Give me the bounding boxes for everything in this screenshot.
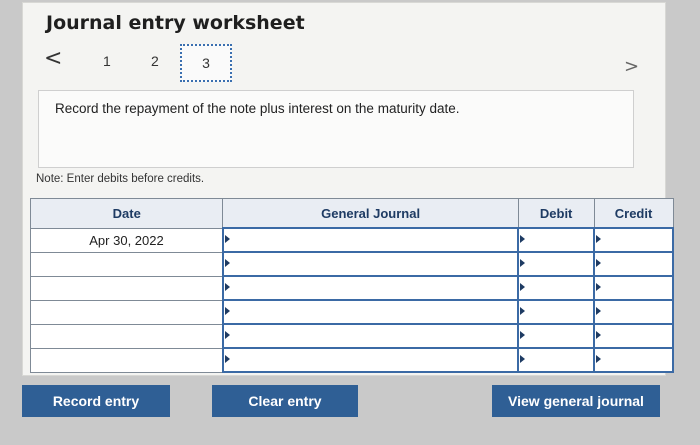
- credit-input-cell[interactable]: [593, 299, 674, 325]
- instruction-box: Record the repayment of the note plus in…: [38, 90, 634, 168]
- next-arrow-icon[interactable]: >: [624, 56, 639, 77]
- table-header-row: Date General Journal Debit Credit: [29, 198, 674, 229]
- credit-input-cell[interactable]: [593, 275, 674, 301]
- cell-marker-icon: [224, 331, 230, 339]
- cell-marker-icon: [520, 283, 526, 291]
- journal-input-cell[interactable]: [221, 299, 520, 325]
- cell-marker-icon: [224, 307, 230, 315]
- journal-input-cell[interactable]: [221, 323, 520, 349]
- instruction-text: Record the repayment of the note plus in…: [55, 101, 460, 116]
- credit-input-cell[interactable]: [593, 347, 674, 373]
- date-cell[interactable]: [29, 323, 224, 349]
- cell-marker-icon: [224, 259, 230, 267]
- debit-input-cell[interactable]: [517, 347, 596, 373]
- journal-input-cell[interactable]: [221, 347, 520, 373]
- credit-input-cell[interactable]: [593, 251, 674, 277]
- cell-marker-icon: [520, 259, 526, 267]
- cell-marker-icon: [520, 355, 526, 363]
- header-date: Date: [29, 198, 224, 229]
- journal-input-cell[interactable]: [221, 227, 520, 253]
- debit-input-cell[interactable]: [517, 251, 596, 277]
- cell-marker-icon: [520, 235, 526, 243]
- debit-input-cell[interactable]: [517, 299, 596, 325]
- cell-marker-icon: [596, 331, 602, 339]
- cell-marker-icon: [224, 355, 230, 363]
- date-cell[interactable]: [29, 347, 224, 373]
- table-row: [29, 251, 674, 277]
- date-cell[interactable]: [29, 275, 224, 301]
- page-title: Journal entry worksheet: [46, 12, 305, 34]
- table-row: Apr 30, 2022: [29, 227, 674, 253]
- cell-marker-icon: [596, 307, 602, 315]
- date-cell[interactable]: Apr 30, 2022: [29, 227, 224, 253]
- table-row: [29, 347, 674, 373]
- view-general-journal-button[interactable]: View general journal: [492, 385, 660, 417]
- journal-input-cell[interactable]: [221, 251, 520, 277]
- cell-marker-icon: [596, 235, 602, 243]
- step-1[interactable]: 1: [103, 53, 111, 69]
- debit-input-cell[interactable]: [517, 275, 596, 301]
- step-2[interactable]: 2: [151, 53, 159, 69]
- note-text: Note: Enter debits before credits.: [36, 173, 205, 185]
- header-debit: Debit: [517, 198, 595, 229]
- debit-input-cell[interactable]: [517, 227, 596, 253]
- record-entry-button[interactable]: Record entry: [22, 385, 170, 417]
- clear-entry-button[interactable]: Clear entry: [212, 385, 358, 417]
- cell-marker-icon: [596, 259, 602, 267]
- credit-input-cell[interactable]: [593, 227, 674, 253]
- cell-marker-icon: [224, 283, 230, 291]
- table-row: [29, 275, 674, 301]
- journal-input-cell[interactable]: [221, 275, 520, 301]
- table-row: [29, 323, 674, 349]
- table-row: [29, 299, 674, 325]
- cell-marker-icon: [224, 235, 230, 243]
- date-cell[interactable]: [29, 251, 224, 277]
- cell-marker-icon: [520, 307, 526, 315]
- header-general-journal: General Journal: [222, 198, 519, 229]
- cell-marker-icon: [596, 283, 602, 291]
- step-3-active[interactable]: 3: [180, 44, 232, 82]
- debit-input-cell[interactable]: [517, 323, 596, 349]
- journal-table: Date General Journal Debit Credit Apr 30…: [29, 198, 674, 373]
- cell-marker-icon: [596, 355, 602, 363]
- date-cell[interactable]: [29, 299, 224, 325]
- prev-arrow-icon[interactable]: <: [44, 46, 62, 71]
- header-credit: Credit: [593, 198, 674, 229]
- credit-input-cell[interactable]: [593, 323, 674, 349]
- cell-marker-icon: [520, 331, 526, 339]
